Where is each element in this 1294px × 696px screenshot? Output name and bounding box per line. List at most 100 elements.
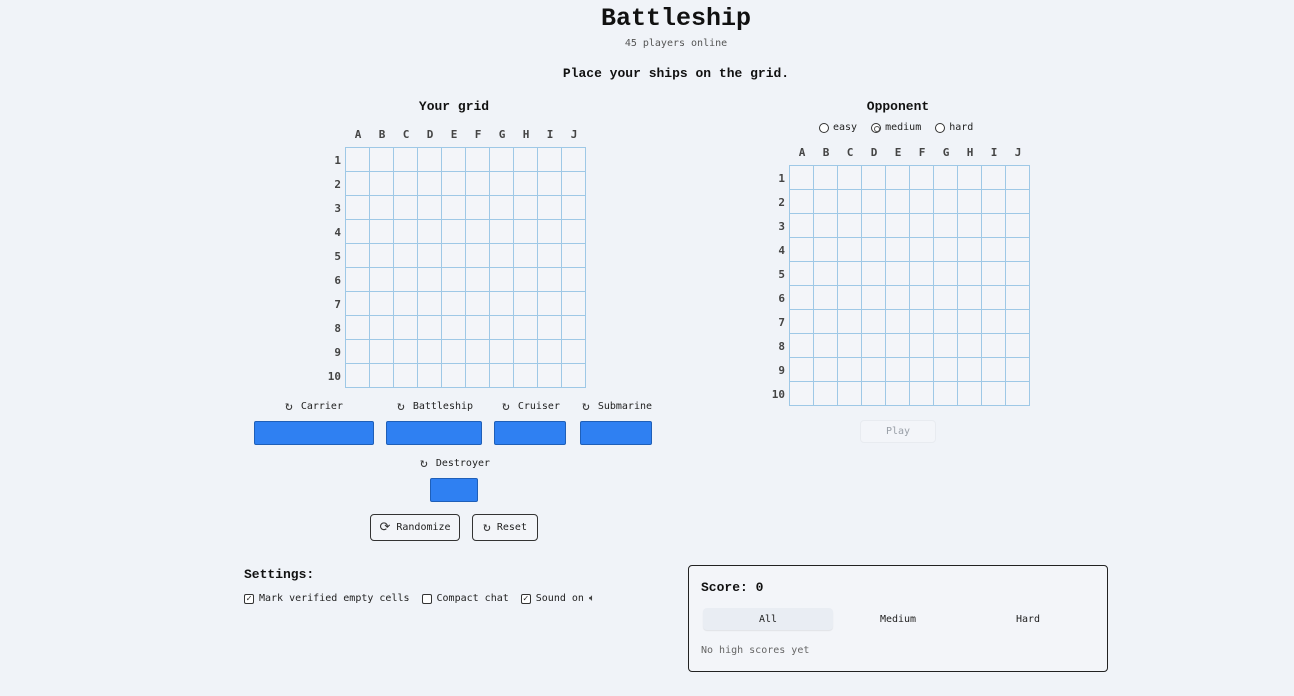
- your-grid-cell[interactable]: [346, 340, 370, 364]
- opponent-grid-cell[interactable]: [838, 190, 862, 214]
- opponent-grid-cell[interactable]: [790, 358, 814, 382]
- opponent-grid-cell[interactable]: [886, 238, 910, 262]
- opponent-grid-cell[interactable]: [790, 262, 814, 286]
- your-grid-cell[interactable]: [394, 340, 418, 364]
- opponent-grid-cell[interactable]: [958, 310, 982, 334]
- your-grid-cell[interactable]: [418, 196, 442, 220]
- your-grid-cell[interactable]: [346, 220, 370, 244]
- opponent-grid-cell[interactable]: [1006, 190, 1030, 214]
- opponent-grid-cell[interactable]: [910, 286, 934, 310]
- setting-compact-chat[interactable]: Compact chat: [421, 593, 509, 604]
- opponent-grid-cell[interactable]: [982, 262, 1006, 286]
- your-grid-cell[interactable]: [538, 364, 562, 388]
- your-grid-cell[interactable]: [466, 196, 490, 220]
- difficulty-easy[interactable]: easy: [819, 122, 857, 133]
- your-grid-cell[interactable]: [394, 268, 418, 292]
- your-grid-cell[interactable]: [370, 268, 394, 292]
- your-grid-cell[interactable]: [394, 244, 418, 268]
- opponent-grid-cell[interactable]: [838, 286, 862, 310]
- your-grid-cell[interactable]: [466, 364, 490, 388]
- your-grid-cell[interactable]: [442, 316, 466, 340]
- your-grid-cell[interactable]: [370, 364, 394, 388]
- opponent-grid-cell[interactable]: [814, 358, 838, 382]
- your-grid-cell[interactable]: [346, 172, 370, 196]
- opponent-grid-cell[interactable]: [862, 382, 886, 406]
- your-grid-cell[interactable]: [490, 148, 514, 172]
- your-grid-cell[interactable]: [418, 316, 442, 340]
- radio-medium[interactable]: [871, 122, 882, 133]
- your-grid-cell[interactable]: [442, 292, 466, 316]
- opponent-grid-cell[interactable]: [958, 286, 982, 310]
- opponent-grid-cell[interactable]: [814, 310, 838, 334]
- your-grid-cell[interactable]: [466, 148, 490, 172]
- your-grid-cell[interactable]: [538, 220, 562, 244]
- your-grid-cell[interactable]: [514, 220, 538, 244]
- your-grid-cell[interactable]: [370, 172, 394, 196]
- your-grid-cell[interactable]: [370, 196, 394, 220]
- your-grid-cell[interactable]: [370, 292, 394, 316]
- tab-medium[interactable]: Medium: [833, 608, 963, 630]
- your-grid-cell[interactable]: [394, 148, 418, 172]
- your-grid-cell[interactable]: [490, 316, 514, 340]
- your-grid-cell[interactable]: [538, 292, 562, 316]
- your-grid-cell[interactable]: [562, 364, 586, 388]
- opponent-grid-cell[interactable]: [862, 286, 886, 310]
- opponent-grid-cell[interactable]: [910, 166, 934, 190]
- your-grid-cell[interactable]: [370, 244, 394, 268]
- opponent-grid-cell[interactable]: [910, 334, 934, 358]
- opponent-grid-cell[interactable]: [1006, 358, 1030, 382]
- your-grid-cell[interactable]: [562, 220, 586, 244]
- opponent-grid-cell[interactable]: [838, 166, 862, 190]
- opponent-grid-cell[interactable]: [958, 334, 982, 358]
- play-button[interactable]: Play: [860, 420, 936, 443]
- opponent-grid-cell[interactable]: [1006, 238, 1030, 262]
- opponent-grid-cell[interactable]: [958, 238, 982, 262]
- opponent-grid-cell[interactable]: [958, 382, 982, 406]
- opponent-grid-cell[interactable]: [982, 214, 1006, 238]
- your-grid-cell[interactable]: [442, 172, 466, 196]
- ship-cruiser[interactable]: [494, 421, 566, 445]
- opponent-grid-cell[interactable]: [862, 214, 886, 238]
- your-grid-cell[interactable]: [394, 364, 418, 388]
- opponent-grid-cell[interactable]: [862, 262, 886, 286]
- opponent-grid-cell[interactable]: [814, 286, 838, 310]
- opponent-grid-cell[interactable]: [1006, 334, 1030, 358]
- opponent-grid-cell[interactable]: [1006, 166, 1030, 190]
- your-grid-cell[interactable]: [442, 196, 466, 220]
- opponent-grid-cell[interactable]: [862, 166, 886, 190]
- opponent-grid-cell[interactable]: [934, 214, 958, 238]
- your-grid-cell[interactable]: [538, 244, 562, 268]
- setting-sound-on[interactable]: ✓ Sound on 🔈︎: [520, 593, 595, 604]
- ship-submarine[interactable]: [580, 421, 652, 445]
- opponent-grid-cell[interactable]: [814, 334, 838, 358]
- radio-easy[interactable]: [819, 122, 829, 133]
- ship-battleship[interactable]: [386, 421, 482, 445]
- tab-all[interactable]: All: [703, 608, 833, 630]
- your-grid-cell[interactable]: [466, 244, 490, 268]
- your-grid-cell[interactable]: [418, 220, 442, 244]
- opponent-grid-cell[interactable]: [814, 166, 838, 190]
- ship-carrier[interactable]: [254, 421, 374, 445]
- your-grid-cell[interactable]: [418, 340, 442, 364]
- checkbox-checked[interactable]: ✓: [520, 593, 531, 604]
- your-grid-cell[interactable]: [418, 148, 442, 172]
- opponent-grid-cell[interactable]: [910, 310, 934, 334]
- opponent-grid-cell[interactable]: [790, 238, 814, 262]
- opponent-grid-cell[interactable]: [886, 382, 910, 406]
- your-grid-cell[interactable]: [466, 172, 490, 196]
- your-grid-cell[interactable]: [562, 196, 586, 220]
- your-grid-cell[interactable]: [346, 268, 370, 292]
- your-grid-cell[interactable]: [442, 268, 466, 292]
- your-grid-cell[interactable]: [514, 268, 538, 292]
- opponent-grid-cell[interactable]: [934, 382, 958, 406]
- your-grid-cell[interactable]: [466, 316, 490, 340]
- opponent-grid-cell[interactable]: [958, 214, 982, 238]
- your-grid-cell[interactable]: [490, 172, 514, 196]
- your-grid-cell[interactable]: [514, 340, 538, 364]
- your-grid-cell[interactable]: [370, 316, 394, 340]
- opponent-grid-cell[interactable]: [1006, 262, 1030, 286]
- opponent-grid-cell[interactable]: [886, 358, 910, 382]
- opponent-grid-cell[interactable]: [886, 334, 910, 358]
- tab-hard[interactable]: Hard: [963, 608, 1093, 630]
- opponent-grid-cell[interactable]: [934, 358, 958, 382]
